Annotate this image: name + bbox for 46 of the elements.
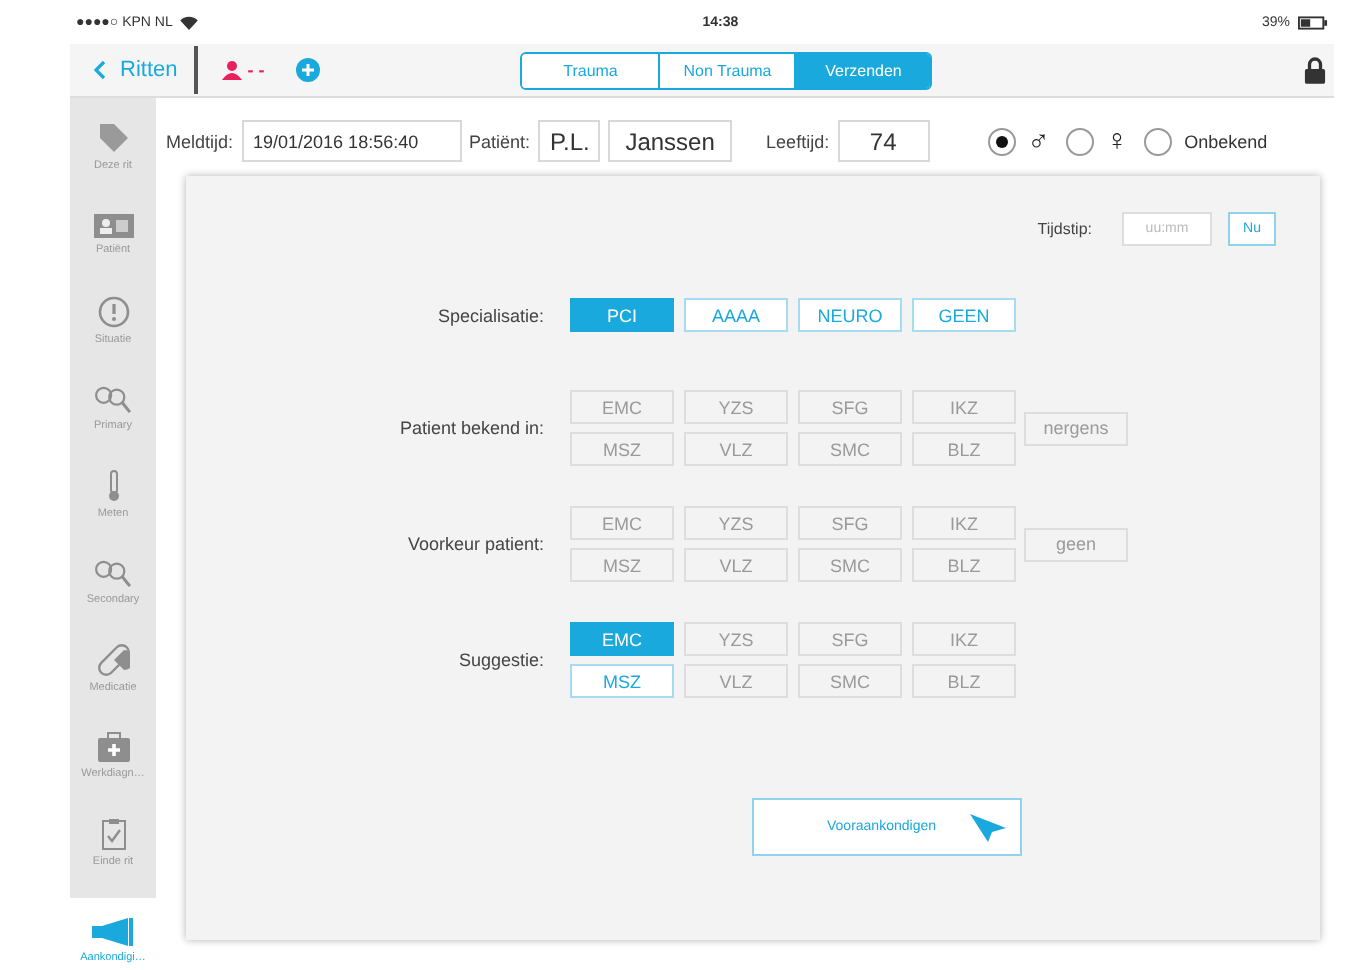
age-label: Leeftijd:	[766, 131, 830, 151]
option-button[interactable]: GEEN	[912, 298, 1016, 332]
meldtijd-field[interactable]: 19/01/2016 18:56:40	[241, 120, 462, 162]
gender-symbol: ♀	[1105, 124, 1129, 158]
option-button[interactable]: EMC	[570, 622, 674, 656]
option-button[interactable]: PCI	[570, 298, 674, 332]
clipboard-icon	[101, 818, 125, 851]
person-icon[interactable]	[221, 60, 242, 80]
battery-icon	[1298, 15, 1328, 29]
lock-icon[interactable]	[1304, 56, 1326, 84]
alert-icon	[97, 296, 129, 329]
tab[interactable]: Verzenden	[794, 53, 931, 87]
tab[interactable]: Trauma	[522, 53, 659, 87]
cursor-icon	[968, 811, 1008, 843]
option-button[interactable]: AAAA	[684, 298, 788, 332]
thermometer-icon	[105, 470, 121, 503]
option-button[interactable]: NEURO	[798, 298, 902, 332]
section-label: Suggestie:	[456, 650, 544, 670]
section-label: Specialisatie:	[435, 305, 544, 325]
radio-button[interactable]	[1144, 127, 1173, 155]
patient-label: Patiënt:	[469, 131, 531, 151]
magnifier-icon	[94, 558, 132, 589]
gender-symbol: ♂	[1027, 124, 1050, 158]
chevron-icon	[94, 60, 106, 80]
id-card-icon	[93, 213, 133, 238]
initials-field[interactable]: P.L.	[538, 120, 601, 162]
megaphone-icon	[91, 917, 135, 946]
add-icon[interactable]	[296, 58, 321, 82]
radio-button[interactable]	[987, 127, 1016, 155]
age-field[interactable]: 74	[837, 120, 930, 162]
magnifier-icon	[94, 384, 132, 415]
pill-icon	[97, 644, 129, 677]
option-button[interactable]: MSZ	[570, 664, 674, 698]
patient-marker: - -	[247, 60, 265, 80]
tijdstip-label: Tijdstip:	[1037, 220, 1092, 238]
wifi-icon	[180, 15, 199, 29]
back-button[interactable]: Ritten	[70, 58, 178, 82]
gender-label: Onbekend	[1184, 131, 1268, 151]
meldtijd-label: Meldtijd:	[166, 131, 234, 151]
section-label: Patient bekend in:	[397, 418, 544, 438]
tag-icon	[97, 122, 129, 155]
tab[interactable]: Non Trauma	[658, 53, 795, 87]
section-label: Voorkeur patient:	[405, 534, 544, 554]
radio-button[interactable]	[1065, 127, 1094, 155]
surname-field[interactable]: Janssen	[608, 120, 733, 162]
medical-kit-icon	[97, 732, 129, 763]
